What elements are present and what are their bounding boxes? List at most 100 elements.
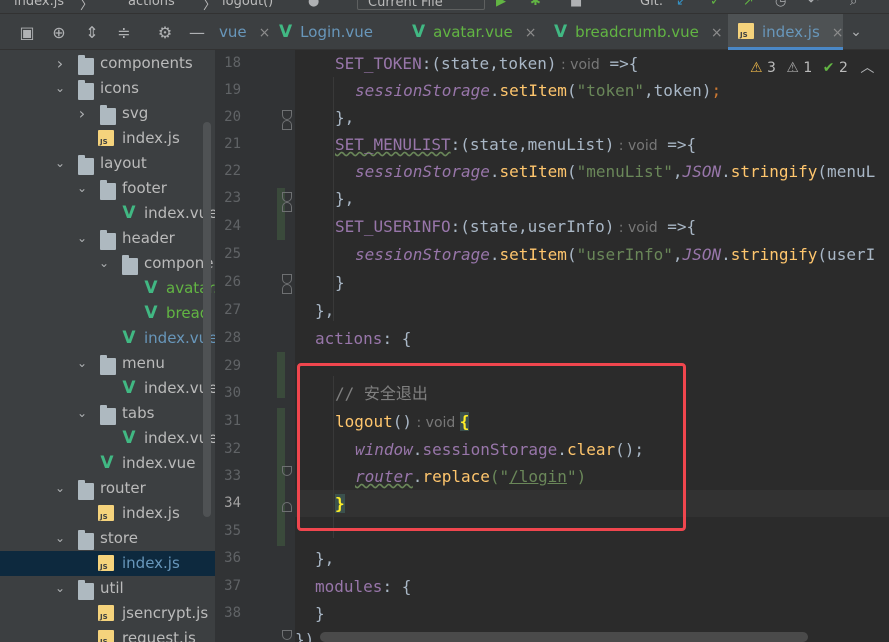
line-number[interactable]: 21 xyxy=(215,131,241,158)
fold-marker[interactable] xyxy=(282,284,292,294)
chevron-down-icon[interactable]: ⌄ xyxy=(54,576,66,601)
rollback-icon[interactable]: ↶ xyxy=(808,0,819,9)
tree-row-js[interactable]: index.js xyxy=(0,501,215,526)
line-number[interactable]: 34 xyxy=(215,490,241,517)
fold-marker[interactable] xyxy=(282,120,292,130)
chevron-down-icon[interactable]: ⌄ xyxy=(54,76,66,101)
tab-partial-vue[interactable]: vue × xyxy=(215,14,275,50)
git-history-icon[interactable]: ◷ xyxy=(775,0,786,9)
line-number[interactable]: 28 xyxy=(215,325,241,352)
line-number[interactable]: 24 xyxy=(215,213,241,240)
inspections-widget[interactable]: ⚠ 3 ⚠ 1 ✔ 2 ︿ xyxy=(750,57,874,79)
tree-row-vue[interactable]: Vindex.vue xyxy=(0,426,215,451)
tree-row-folder[interactable]: ⌄ header xyxy=(0,226,215,251)
horizontal-scrollbar[interactable] xyxy=(320,632,808,642)
line-number[interactable]: 32 xyxy=(215,436,241,463)
line-number[interactable]: 25 xyxy=(215,241,241,268)
tree-row-vue[interactable]: Vavatar. xyxy=(0,276,215,301)
tree-row-folder[interactable]: ⌄ compone xyxy=(0,251,215,276)
tree-row-vue[interactable]: Vindex.vue xyxy=(0,451,215,476)
line-number[interactable]: 23 xyxy=(215,185,241,212)
tree-row-vue[interactable]: Vindex.vue xyxy=(0,201,215,226)
chevron-down-icon[interactable]: ⌄ xyxy=(847,23,865,41)
tree-row-folder[interactable]: ⌄ util xyxy=(0,576,215,601)
tree-scrollbar[interactable] xyxy=(203,122,211,517)
close-icon[interactable]: × xyxy=(525,25,537,41)
tree-row-vue[interactable]: Vindex.vue xyxy=(0,376,215,401)
user-icon[interactable]: ● xyxy=(308,0,319,9)
tree-row-folder[interactable]: ⌄ layout xyxy=(0,151,215,176)
line-number[interactable]: 22 xyxy=(215,158,241,185)
line-number[interactable]: 26 xyxy=(215,269,241,296)
chevron-down-icon[interactable]: ⌄ xyxy=(76,351,88,376)
chevron-right-icon[interactable]: › xyxy=(76,101,88,126)
tree-row-js[interactable]: jsencrypt.js xyxy=(0,601,215,626)
tree-row-js[interactable]: index.js xyxy=(0,126,215,151)
code-editor[interactable]: SET_TOKEN:(state,token) : void =>{ sessi… xyxy=(295,50,889,642)
chevron-down-icon[interactable]: ⌄ xyxy=(76,226,88,251)
tab-breadcrumb-vue[interactable]: Vbreadcrumb.vue × xyxy=(554,14,729,50)
vcs-change-marker[interactable] xyxy=(277,216,285,240)
chevron-down-icon[interactable]: ⌄ xyxy=(76,176,88,201)
breadcrumb-logout[interactable]: logout() xyxy=(222,0,273,9)
line-number[interactable]: 38 xyxy=(215,600,241,627)
line-number[interactable]: 27 xyxy=(215,297,241,324)
line-number[interactable]: 30 xyxy=(215,380,241,407)
tree-row-folder[interactable]: ⌄ footer xyxy=(0,176,215,201)
chevron-down-icon[interactable]: ⌄ xyxy=(98,251,110,276)
git-update-icon[interactable]: ↙ xyxy=(676,0,687,9)
close-icon[interactable]: × xyxy=(711,25,723,41)
close-icon[interactable]: × xyxy=(832,25,844,41)
tree-row-vue[interactable]: Vindex.vue xyxy=(0,326,215,351)
editor-gutter[interactable]: 18 19 20 21 22 23 24 25 26 27 28 29 30 31 32 33 34 35 36 37… xyxy=(215,50,295,642)
chevron-down-icon[interactable]: ⌄ xyxy=(54,476,66,501)
tree-row-vue[interactable]: Vbread xyxy=(0,301,215,326)
chevron-up-icon[interactable]: ︿ xyxy=(860,60,874,76)
run-configuration-select[interactable]: Current File xyxy=(357,0,485,10)
tree-row-folder[interactable]: ⌄ router xyxy=(0,476,215,501)
tab-avatar-vue[interactable]: Vavatar.vue × xyxy=(412,14,547,50)
vcs-change-marker[interactable] xyxy=(277,352,285,398)
locate-file-icon[interactable]: ⊕ xyxy=(49,23,69,43)
tree-row-folder[interactable]: › svg xyxy=(0,101,215,126)
run-icon[interactable]: ▶ xyxy=(496,0,506,9)
fold-marker[interactable] xyxy=(282,192,292,202)
line-number[interactable]: 29 xyxy=(215,353,241,380)
hide-icon[interactable]: — xyxy=(187,23,207,43)
breadcrumb-file[interactable]: index.js xyxy=(14,0,64,9)
git-commit-icon[interactable]: ✓ xyxy=(710,0,721,9)
project-tree[interactable]: › components ⌄ icons › svg index.js ⌄ layout ⌄ foo… xyxy=(0,50,215,642)
tree-row-folder[interactable]: ⌄ tabs xyxy=(0,401,215,426)
tree-row-js[interactable]: index.js xyxy=(0,551,215,576)
chevron-down-icon[interactable]: ⌄ xyxy=(54,151,66,176)
fold-marker[interactable] xyxy=(282,466,292,476)
breadcrumb-actions[interactable]: actions xyxy=(128,0,175,9)
git-push-icon[interactable]: ↗ xyxy=(743,0,754,9)
chevron-down-icon[interactable]: ⌄ xyxy=(76,401,88,426)
collapse-all-icon[interactable]: ≑ xyxy=(114,23,134,43)
tree-row-folder[interactable]: › components xyxy=(0,51,215,76)
fold-marker[interactable] xyxy=(282,202,292,212)
line-number[interactable]: 18 xyxy=(215,50,241,77)
project-view-icon[interactable]: ▣ xyxy=(17,23,37,43)
fold-marker[interactable] xyxy=(282,630,292,640)
tree-row-folder[interactable]: ⌄ store xyxy=(0,526,215,551)
close-icon[interactable]: × xyxy=(259,25,271,41)
fold-marker[interactable] xyxy=(282,110,292,120)
tab-login-vue[interactable]: V Login.vue xyxy=(279,14,399,50)
tab-index-js[interactable]: index.js × xyxy=(728,14,844,50)
fold-marker[interactable] xyxy=(282,274,292,284)
line-number[interactable]: 36 xyxy=(215,545,241,572)
search-icon[interactable]: ⌕ xyxy=(850,0,857,9)
expand-all-icon[interactable]: ⇕ xyxy=(82,23,102,43)
stop-icon[interactable]: ■ xyxy=(570,0,582,9)
gear-icon[interactable]: ⚙ xyxy=(155,23,175,43)
tree-row-js[interactable]: request.js xyxy=(0,626,215,642)
line-number[interactable]: 35 xyxy=(215,518,241,545)
chevron-down-icon[interactable]: ⌄ xyxy=(54,526,66,551)
line-number[interactable]: 31 xyxy=(215,408,241,435)
line-number[interactable]: 37 xyxy=(215,573,241,600)
tree-row-folder[interactable]: ⌄ menu xyxy=(0,351,215,376)
chevron-right-icon[interactable]: › xyxy=(54,51,66,76)
vcs-change-marker[interactable] xyxy=(277,408,285,546)
